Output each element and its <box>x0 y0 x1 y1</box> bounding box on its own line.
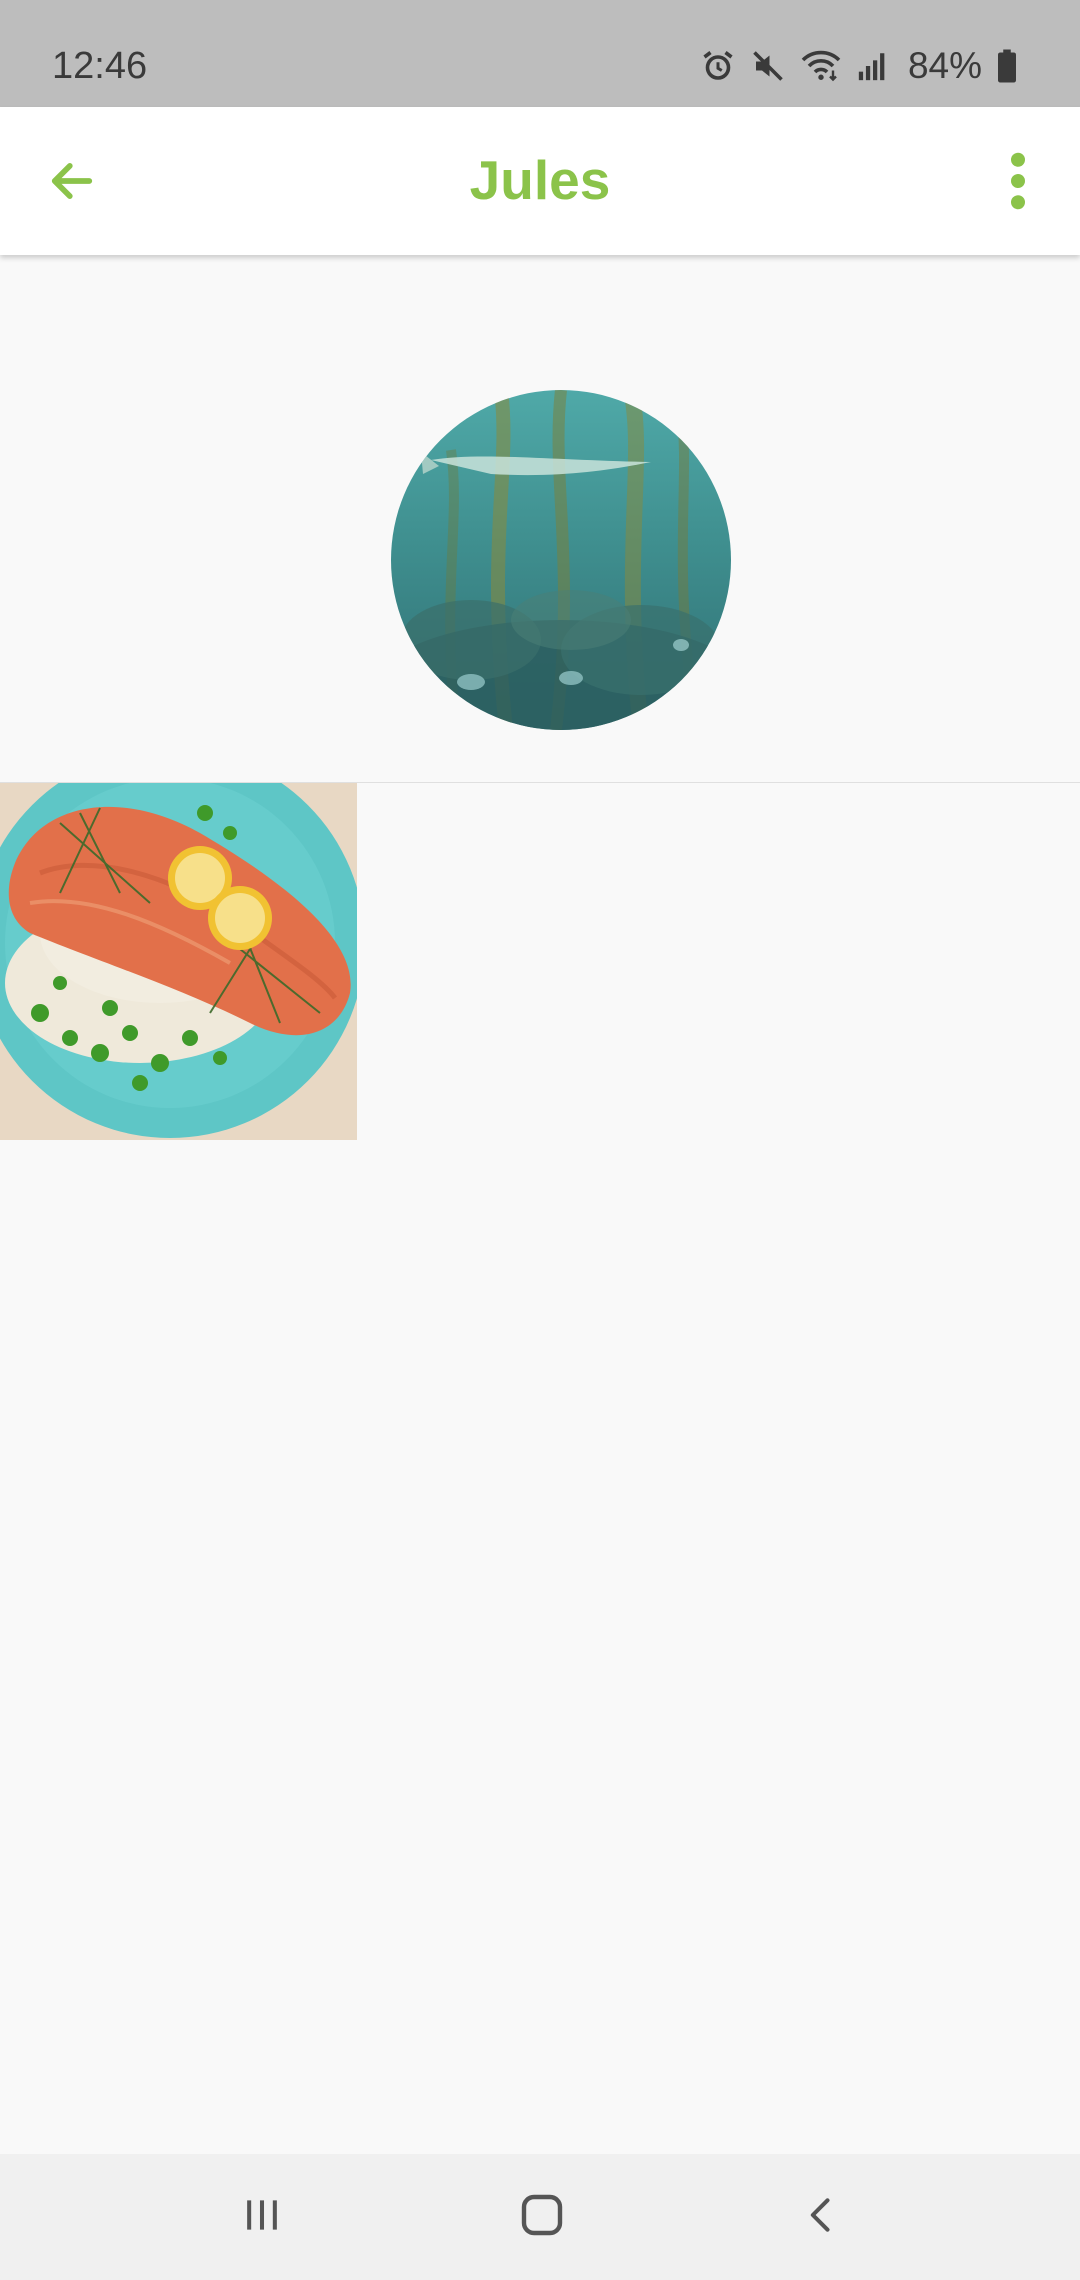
battery-percent: 84% <box>907 45 982 86</box>
home-icon <box>518 2191 566 2244</box>
system-nav-bar <box>0 2154 1080 2280</box>
status-bar: 12:46 84% <box>0 0 1080 107</box>
photo-thumbnail[interactable] <box>0 783 357 1140</box>
avatar[interactable] <box>391 390 731 730</box>
app-bar: Jules <box>0 107 1080 255</box>
avatar-image <box>391 390 731 730</box>
nav-back-button[interactable] <box>782 2177 862 2257</box>
recent-apps-icon <box>240 2193 284 2242</box>
page-title: Jules <box>469 149 611 211</box>
profile-header <box>0 255 1080 783</box>
more-vertical-icon <box>1008 151 1028 216</box>
mute-icon <box>750 48 786 84</box>
battery-icon <box>996 48 1018 84</box>
back-icon <box>800 2193 844 2242</box>
recent-apps-button[interactable] <box>222 2177 302 2257</box>
wifi-icon <box>800 48 842 84</box>
status-time: 12:46 <box>52 45 148 87</box>
home-button[interactable] <box>502 2177 582 2257</box>
more-options-button[interactable] <box>976 141 1060 225</box>
salmon-dish-image <box>0 783 357 1140</box>
alarm-icon <box>700 48 736 84</box>
status-icons: 84% <box>700 44 1018 88</box>
signal-icon <box>856 48 890 84</box>
